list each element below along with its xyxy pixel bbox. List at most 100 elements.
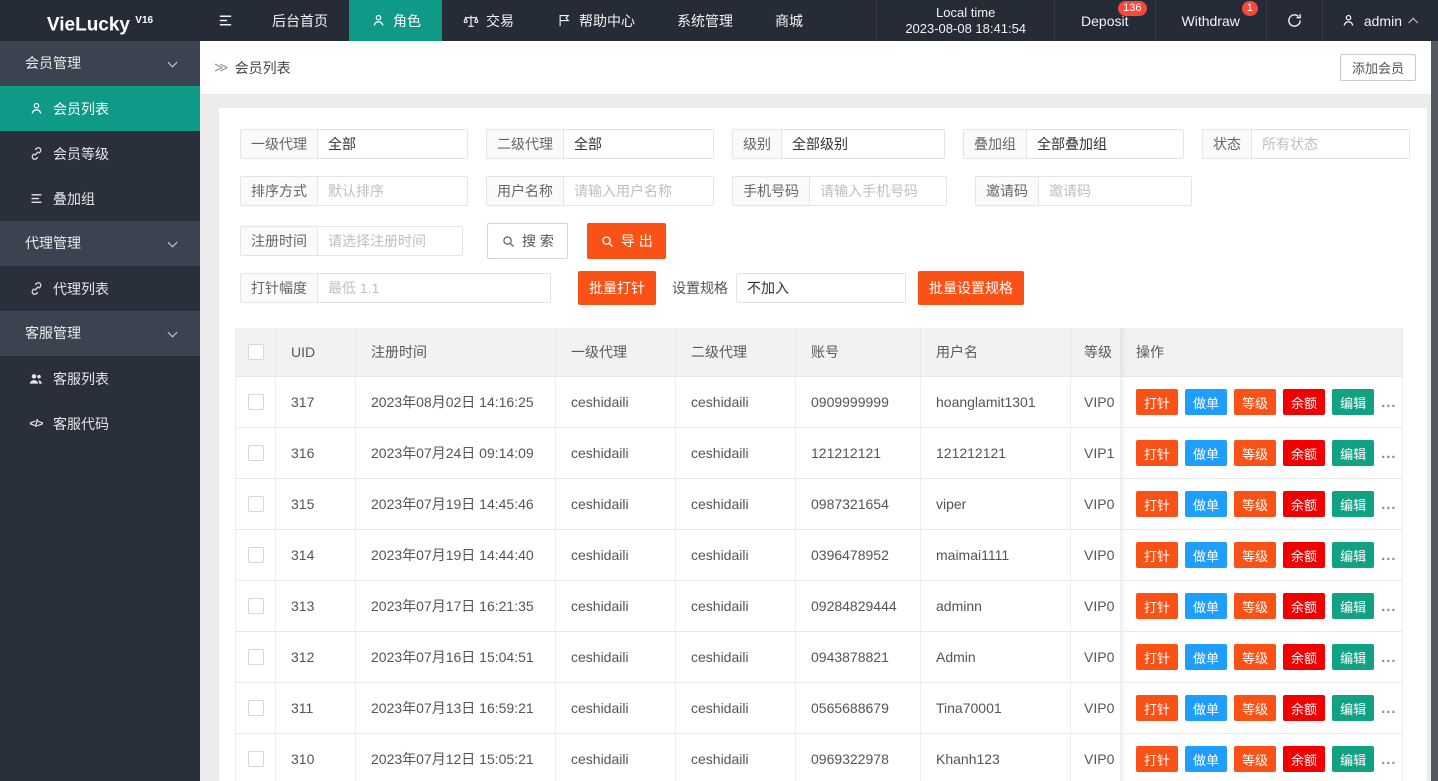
row-checkbox[interactable]	[248, 751, 264, 767]
row-checkbox[interactable]	[248, 547, 264, 563]
nav-item-role[interactable]: 角色	[349, 0, 442, 41]
action-button-bianji[interactable]: 编辑	[1332, 644, 1374, 670]
action-button-dengji[interactable]: 等级	[1234, 593, 1276, 619]
action-button-dazhen[interactable]: 打针	[1136, 491, 1178, 517]
action-button-dengji[interactable]: 等级	[1234, 644, 1276, 670]
invite-code-input[interactable]	[1039, 177, 1191, 205]
more-actions-button[interactable]: ...	[1381, 547, 1397, 564]
more-actions-button[interactable]: ...	[1381, 496, 1397, 513]
action-button-zuodan[interactable]: 做单	[1185, 644, 1227, 670]
action-button-yue[interactable]: 余额	[1283, 542, 1325, 568]
nav-item-dashboard[interactable]: 后台首页	[251, 0, 349, 41]
sidebar-item-support-code[interactable]: 客服代码	[0, 401, 200, 446]
deposit-link[interactable]: Deposit 136	[1054, 0, 1154, 41]
agent2-select[interactable]: 全部	[564, 130, 713, 158]
action-button-dengji[interactable]: 等级	[1234, 542, 1276, 568]
action-button-dengji[interactable]: 等级	[1234, 389, 1276, 415]
search-button[interactable]: 搜 索	[487, 223, 568, 259]
register-time-input[interactable]	[318, 227, 462, 255]
more-actions-button[interactable]: ...	[1381, 445, 1397, 462]
action-button-dazhen[interactable]: 打针	[1136, 695, 1178, 721]
action-button-dengji[interactable]: 等级	[1234, 440, 1276, 466]
sidebar-item-support-list[interactable]: 客服列表	[0, 356, 200, 401]
action-button-zuodan[interactable]: 做单	[1185, 695, 1227, 721]
menu-toggle-button[interactable]	[200, 0, 251, 41]
batch-needle-button[interactable]: 批量打针	[578, 271, 656, 305]
action-button-dengji[interactable]: 等级	[1234, 746, 1276, 772]
action-button-dazhen[interactable]: 打针	[1136, 542, 1178, 568]
action-button-bianji[interactable]: 编辑	[1332, 389, 1374, 415]
action-button-zuodan[interactable]: 做单	[1185, 440, 1227, 466]
export-button[interactable]: 导 出	[587, 223, 666, 259]
action-button-yue[interactable]: 余额	[1283, 644, 1325, 670]
action-button-yue[interactable]: 余额	[1283, 440, 1325, 466]
more-actions-button[interactable]: ...	[1381, 598, 1397, 615]
cell-agent1: ceshidaili	[556, 683, 676, 734]
action-button-bianji[interactable]: 编辑	[1332, 746, 1374, 772]
level-select[interactable]: 全部级别	[782, 130, 944, 158]
nav-item-system[interactable]: 系统管理	[656, 0, 754, 41]
action-button-yue[interactable]: 余额	[1283, 695, 1325, 721]
batch-spec-button[interactable]: 批量设置规格	[918, 271, 1024, 305]
row-checkbox[interactable]	[248, 649, 264, 665]
action-button-zuodan[interactable]: 做单	[1185, 746, 1227, 772]
user-menu[interactable]: admin	[1322, 0, 1438, 41]
action-button-dengji[interactable]: 等级	[1234, 491, 1276, 517]
action-button-yue[interactable]: 余额	[1283, 746, 1325, 772]
sidebar-item-member-list[interactable]: 会员列表	[0, 86, 200, 131]
sidebar-item-member-level[interactable]: 会员等级	[0, 131, 200, 176]
row-checkbox[interactable]	[248, 598, 264, 614]
phone-input[interactable]	[810, 177, 946, 205]
row-checkbox[interactable]	[248, 445, 264, 461]
filter-agent2: 二级代理 全部	[486, 129, 714, 159]
action-button-yue[interactable]: 余额	[1283, 491, 1325, 517]
action-button-dazhen[interactable]: 打针	[1136, 440, 1178, 466]
action-button-zuodan[interactable]: 做单	[1185, 491, 1227, 517]
action-button-zuodan[interactable]: 做单	[1185, 542, 1227, 568]
add-member-button[interactable]: 添加会员	[1340, 54, 1416, 81]
more-actions-button[interactable]: ...	[1381, 700, 1397, 717]
action-button-bianji[interactable]: 编辑	[1332, 593, 1374, 619]
sidebar-group-support[interactable]: 客服管理	[0, 311, 200, 356]
spec-select[interactable]: 不加入	[737, 274, 905, 302]
select-all-checkbox[interactable]	[248, 344, 264, 360]
row-checkbox[interactable]	[248, 496, 264, 512]
action-button-dengji[interactable]: 等级	[1234, 695, 1276, 721]
nav-item-trade[interactable]: 交易	[442, 0, 535, 41]
scrollbar-thumb[interactable]	[1431, 41, 1438, 781]
action-button-dazhen[interactable]: 打针	[1136, 746, 1178, 772]
sidebar-group-agents[interactable]: 代理管理	[0, 221, 200, 266]
sort-select[interactable]: 默认排序	[318, 177, 467, 205]
more-actions-button[interactable]: ...	[1381, 751, 1397, 768]
username-input[interactable]	[564, 177, 713, 205]
agent1-select[interactable]: 全部	[318, 130, 467, 158]
row-checkbox[interactable]	[248, 394, 264, 410]
action-button-dazhen[interactable]: 打针	[1136, 389, 1178, 415]
header-actions: 操作	[1121, 328, 1403, 377]
action-button-bianji[interactable]: 编辑	[1332, 695, 1374, 721]
action-button-dazhen[interactable]: 打针	[1136, 644, 1178, 670]
nav-item-help[interactable]: 帮助中心	[535, 0, 656, 41]
action-button-zuodan[interactable]: 做单	[1185, 593, 1227, 619]
withdraw-link[interactable]: Withdraw 1	[1155, 0, 1266, 41]
cell-username: 121212121	[921, 428, 1071, 479]
action-button-bianji[interactable]: 编辑	[1332, 542, 1374, 568]
sidebar-item-agent-list[interactable]: 代理列表	[0, 266, 200, 311]
more-actions-button[interactable]: ...	[1381, 649, 1397, 666]
action-button-bianji[interactable]: 编辑	[1332, 491, 1374, 517]
needle-range-input[interactable]	[318, 274, 550, 302]
action-button-dazhen[interactable]: 打针	[1136, 593, 1178, 619]
sidebar-item-overlay-group[interactable]: 叠加组	[0, 176, 200, 221]
action-button-yue[interactable]: 余额	[1283, 389, 1325, 415]
overlay-group-select[interactable]: 全部叠加组	[1027, 130, 1183, 158]
row-checkbox[interactable]	[248, 700, 264, 716]
sidebar-group-members[interactable]: 会员管理	[0, 41, 200, 86]
action-button-bianji[interactable]: 编辑	[1332, 440, 1374, 466]
status-select[interactable]: 所有状态	[1252, 130, 1409, 158]
link-icon	[28, 281, 44, 297]
nav-item-shop[interactable]: 商城	[754, 0, 824, 41]
action-button-zuodan[interactable]: 做单	[1185, 389, 1227, 415]
action-button-yue[interactable]: 余额	[1283, 593, 1325, 619]
more-actions-button[interactable]: ...	[1381, 394, 1397, 411]
refresh-button[interactable]	[1266, 0, 1322, 41]
